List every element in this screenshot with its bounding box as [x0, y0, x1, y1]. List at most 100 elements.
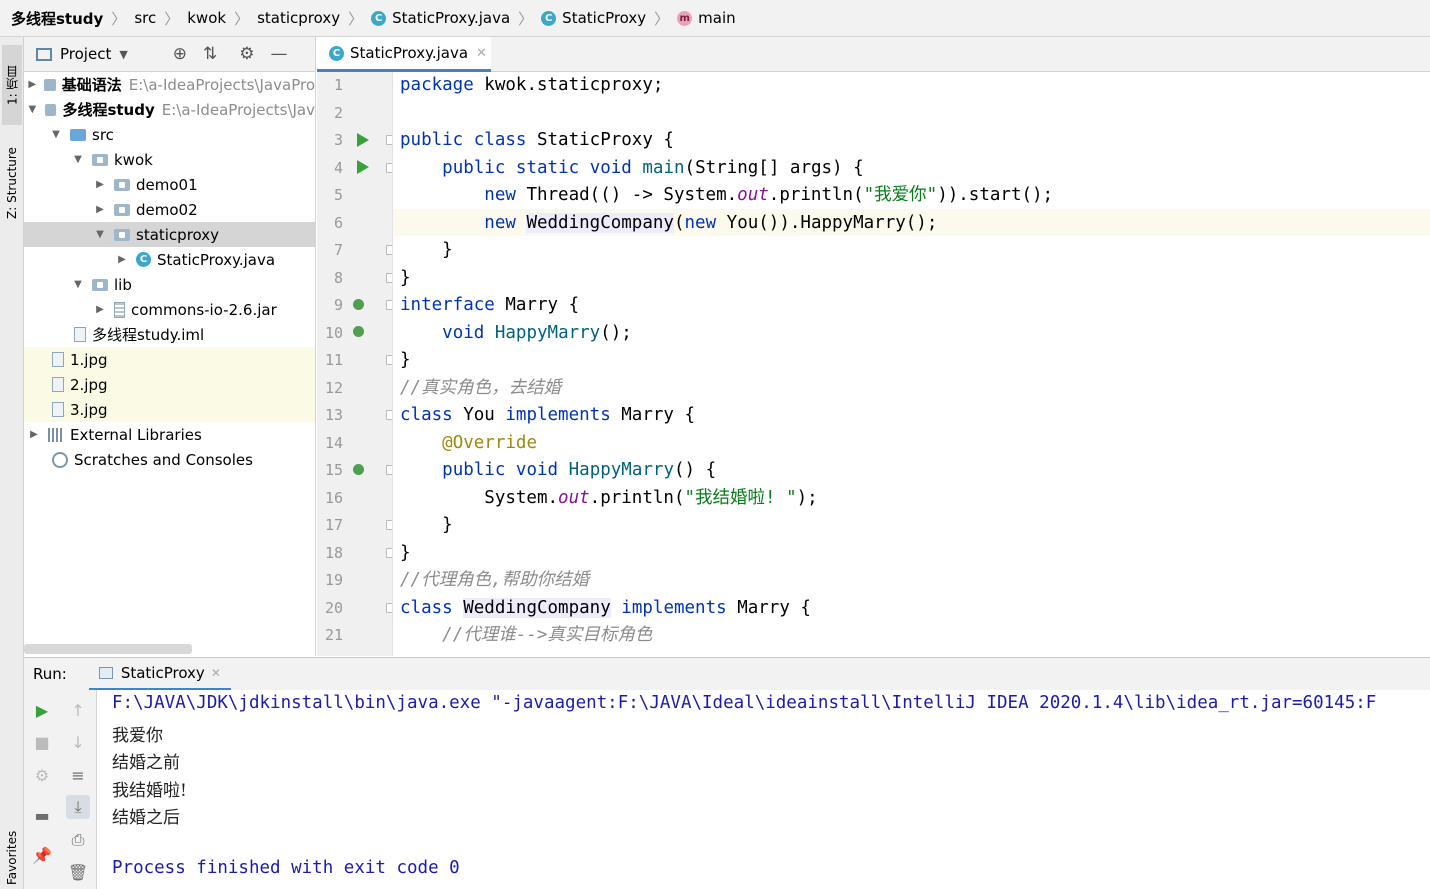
code-line: } — [400, 240, 453, 260]
close-icon[interactable]: ✕ — [476, 46, 487, 61]
scratches-icon — [52, 451, 68, 468]
down-arrow-icon[interactable]: ↓ — [66, 730, 90, 754]
fold-icon[interactable] — [386, 603, 392, 613]
fold-icon[interactable] — [386, 520, 392, 530]
chevron-down-icon[interactable]: ▼ — [94, 229, 106, 240]
chevron-right-icon[interactable]: ▶ — [116, 254, 128, 265]
tree-item-project-thread[interactable]: ▼ 多线程study E:\a-IdeaProjects\Jav — [24, 97, 315, 122]
module-file-icon — [74, 327, 86, 342]
fold-icon[interactable] — [386, 300, 392, 310]
line-number: 4 — [333, 158, 343, 177]
breadcrumb-project[interactable]: 多线程study — [11, 8, 103, 29]
chevron-down-icon[interactable]: ▼ — [72, 154, 84, 165]
java-class-icon: C — [371, 10, 387, 26]
breadcrumb-file[interactable]: C StaticProxy.java — [371, 9, 510, 27]
tree-item-1jpg[interactable]: 1.jpg — [24, 347, 315, 372]
fold-icon[interactable] — [386, 135, 392, 145]
hide-icon[interactable]: — — [271, 44, 288, 64]
tree-item-lib[interactable]: ▼ lib — [24, 272, 315, 297]
tool-tab-project-label: 1: 项目 — [5, 65, 20, 105]
fold-icon[interactable] — [386, 548, 392, 558]
method-icon: m — [677, 10, 693, 26]
run-tab-staticproxy[interactable]: StaticProxy ✕ — [88, 658, 231, 691]
gear-icon[interactable]: ⚙ — [239, 44, 254, 64]
jar-icon — [114, 301, 125, 318]
chevron-down-icon[interactable]: ▼ — [119, 48, 127, 61]
run-console[interactable]: F:\JAVA\JDK\jdkinstall\bin\java.exe "-ja… — [97, 690, 1430, 889]
tree-item-commons-io[interactable]: ▶ commons-io-2.6.jar — [24, 297, 315, 322]
editor-tab-label: StaticProxy.java — [350, 44, 469, 62]
breadcrumb-method[interactable]: m main — [677, 9, 736, 27]
chevron-right-icon[interactable]: ▶ — [28, 79, 36, 90]
tree-item-external-libraries[interactable]: ▶ External Libraries — [24, 422, 315, 447]
restore-layout-icon[interactable]: ⚙ — [30, 763, 54, 787]
collapse-all-icon[interactable]: ⇅ — [203, 44, 217, 64]
folder-icon — [92, 278, 108, 291]
run-class-icon[interactable] — [357, 133, 369, 147]
soft-wrap-icon[interactable]: ≡ — [66, 763, 90, 787]
line-number: 21 — [324, 626, 343, 644]
breadcrumb-class[interactable]: C StaticProxy — [541, 9, 646, 27]
tree-item-2jpg[interactable]: 2.jpg — [24, 372, 315, 397]
line-number: 9 — [333, 296, 343, 314]
scroll-to-end-icon[interactable]: ⤓ — [66, 795, 90, 819]
close-icon[interactable]: ✕ — [211, 666, 221, 680]
navigation-breadcrumb: 多线程study 〉 src 〉 kwok 〉 staticproxy 〉 C … — [0, 0, 1430, 37]
locate-icon[interactable]: ⊕ — [173, 44, 187, 64]
chevron-down-icon[interactable]: ▼ — [50, 129, 62, 140]
fold-icon[interactable] — [386, 465, 392, 475]
tree-item-demo02[interactable]: ▶ demo02 — [24, 197, 315, 222]
breadcrumb-src[interactable]: src — [134, 9, 156, 27]
package-icon — [114, 178, 130, 191]
fold-icon[interactable] — [386, 410, 392, 420]
java-class-icon: C — [136, 252, 151, 267]
tree-item-demo01[interactable]: ▶ demo01 — [24, 172, 315, 197]
fold-icon[interactable] — [386, 163, 392, 173]
chevron-right-icon[interactable]: ▶ — [94, 304, 106, 315]
tool-tab-project[interactable]: 1: 项目 — [2, 45, 22, 125]
tree-item-label: 多线程study — [62, 101, 155, 119]
tree-item-staticproxy[interactable]: ▼ staticproxy — [24, 222, 315, 247]
fold-icon[interactable] — [386, 355, 392, 365]
tree-item-src[interactable]: ▼ src — [24, 122, 315, 147]
breadcrumb-staticproxy[interactable]: staticproxy — [257, 9, 340, 27]
tree-item-project-basic[interactable]: ▶ 基础语法 E:\a-IdeaProjects\JavaPro — [24, 72, 315, 97]
project-view-selector[interactable]: Project — [60, 45, 111, 63]
module-folder-icon — [44, 103, 57, 116]
chevron-right-icon: 〉 — [348, 9, 364, 28]
chevron-down-icon[interactable]: ▼ — [72, 279, 84, 290]
fold-icon[interactable] — [386, 245, 392, 255]
horizontal-scrollbar[interactable] — [24, 644, 192, 654]
tree-item-3jpg[interactable]: 3.jpg — [24, 397, 315, 422]
print-icon[interactable]: ⎙ — [66, 828, 90, 852]
code-line: public void HappyMarry() { — [442, 460, 717, 480]
tree-item-kwok[interactable]: ▼ kwok — [24, 147, 315, 172]
pin-icon[interactable]: 📌 — [30, 843, 54, 867]
trash-icon[interactable]: 🗑 — [66, 860, 90, 884]
fold-icon[interactable] — [386, 273, 392, 283]
tree-item-staticproxy-java[interactable]: ▶ C StaticProxy.java — [24, 247, 315, 272]
chevron-down-icon[interactable]: ▼ — [28, 104, 37, 115]
line-number: 20 — [324, 598, 343, 617]
up-arrow-icon[interactable]: ↑ — [66, 698, 90, 722]
console-output-line: 结婚之后 — [112, 808, 180, 828]
run-main-icon[interactable] — [357, 160, 369, 174]
chevron-right-icon[interactable]: ▶ — [94, 179, 106, 190]
editor-tab-staticproxy[interactable]: C StaticProxy.java ✕ — [317, 37, 491, 72]
tree-item-iml[interactable]: 多线程study.iml — [24, 322, 315, 347]
tool-tab-favorites[interactable]: Favorites — [2, 827, 22, 889]
overrides-icon[interactable] — [353, 464, 364, 475]
tool-tab-structure[interactable]: Z: Structure — [2, 133, 22, 233]
layout-icon[interactable]: ▬ — [30, 803, 54, 827]
code-editor[interactable]: package kwok.staticproxy; public class St… — [393, 72, 1430, 656]
stop-icon[interactable]: ■ — [30, 730, 54, 754]
package-icon — [114, 228, 130, 241]
chevron-right-icon[interactable]: ▶ — [94, 204, 106, 215]
breadcrumb-kwok[interactable]: kwok — [187, 9, 226, 27]
implemented-icon[interactable] — [353, 326, 364, 337]
tree-item-scratches[interactable]: Scratches and Consoles — [24, 447, 315, 472]
chevron-right-icon[interactable]: ▶ — [28, 429, 40, 440]
implemented-icon[interactable] — [353, 299, 364, 310]
code-line: new Thread(() -> System.out.println("我爱你… — [484, 185, 1054, 205]
rerun-icon[interactable]: ▶ — [30, 698, 54, 722]
